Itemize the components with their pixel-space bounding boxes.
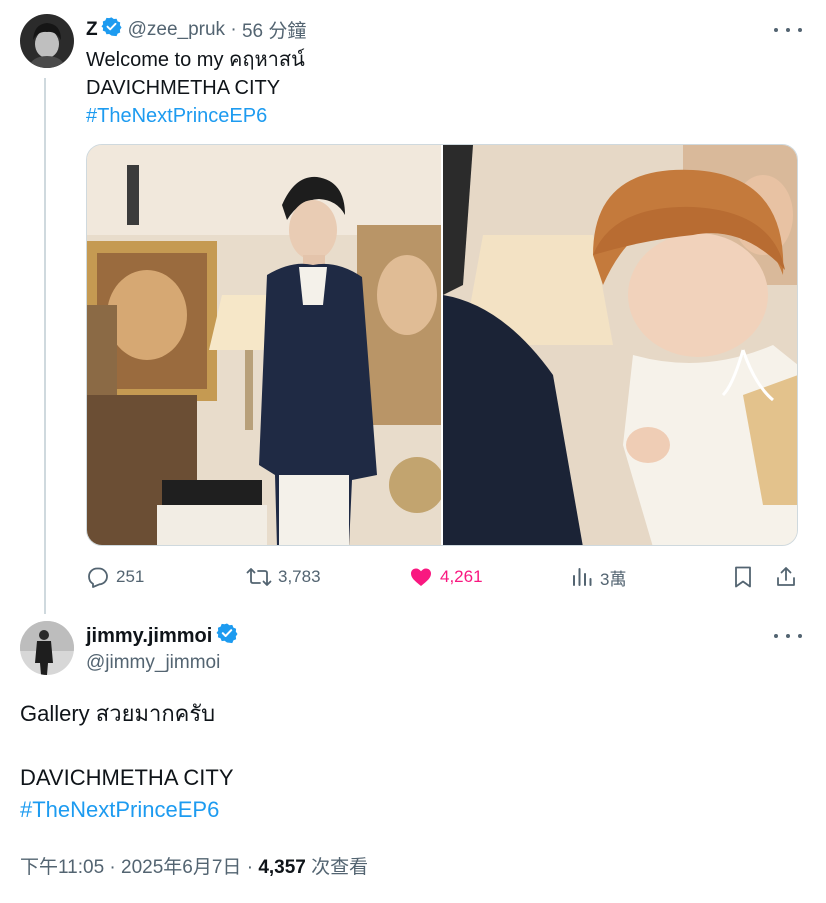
like-button[interactable]: 4,261 [408, 562, 483, 592]
heart-icon [411, 568, 431, 586]
bookmark-icon [735, 566, 751, 588]
reply-author-display-name[interactable]: jimmy.jimmoi [86, 625, 212, 648]
post-time[interactable]: 下午11:05 [20, 857, 104, 878]
tweet-text-line: Welcome to my คฤหาสน์ [86, 49, 305, 71]
more-icon[interactable] [774, 20, 802, 40]
repost-button[interactable]: 3,783 [246, 562, 321, 592]
share-icon [777, 567, 795, 586]
photo-left[interactable] [87, 145, 441, 545]
media-gallery [86, 144, 798, 546]
share-button[interactable] [774, 562, 804, 592]
reply-icon [88, 567, 108, 588]
meta-separator: · [225, 18, 242, 40]
views-label: 次查看 [305, 857, 369, 878]
meta-separator: · [241, 857, 259, 878]
photo-right[interactable] [443, 145, 797, 545]
more-icon[interactable] [774, 626, 802, 646]
reply-author-handle[interactable]: @jimmy_jimmoi [86, 652, 220, 674]
like-count: 4,261 [440, 567, 483, 586]
bookmark-button[interactable] [732, 562, 760, 592]
repost-icon [246, 568, 272, 586]
author-handle[interactable]: @zee_pruk [128, 19, 225, 41]
post-time-ago[interactable]: 56 分鐘 [242, 16, 306, 43]
author-display-name[interactable]: Z [86, 19, 98, 41]
reply-button[interactable]: 251 [86, 562, 144, 592]
tweet-text-line: Gallery สวยมากครับ [20, 701, 216, 726]
verified-badge-icon [216, 622, 238, 650]
meta-separator: · [104, 857, 122, 878]
avatar-zee-pruk[interactable] [20, 14, 74, 68]
repost-count: 3,783 [278, 567, 321, 586]
views-count: 3萬 [600, 569, 627, 589]
hashtag-link[interactable]: #TheNextPrinceEP6 [86, 102, 305, 130]
hashtag-link[interactable]: #TheNextPrinceEP6 [20, 794, 234, 826]
tweet-text-line: DAVICHMETHA CITY [20, 765, 234, 790]
views-button[interactable]: 3萬 [570, 562, 626, 592]
avatar-jimmy-jimmoi[interactable] [20, 621, 74, 675]
reply-count: 251 [116, 567, 145, 586]
view-count: 4,357 [258, 857, 306, 878]
verified-badge-icon [101, 16, 122, 43]
post-date[interactable]: 2025年6月7日 [121, 857, 241, 878]
tweet-text-line: DAVICHMETHA CITY [86, 77, 281, 99]
views-icon [573, 568, 592, 586]
reply-tweet-text: Gallery สวยมากครับ DAVICHMETHA CITY #The… [20, 698, 234, 826]
post-timestamp: 下午11:05 · 2025年6月7日 · 4,357 次查看 [20, 852, 368, 879]
parent-tweet-text: Welcome to my คฤหาสน์ DAVICHMETHA CITY #… [86, 46, 305, 130]
engagement-bar: 251 3,783 4,261 3萬 [86, 562, 802, 592]
thread-connector-line [44, 78, 46, 614]
